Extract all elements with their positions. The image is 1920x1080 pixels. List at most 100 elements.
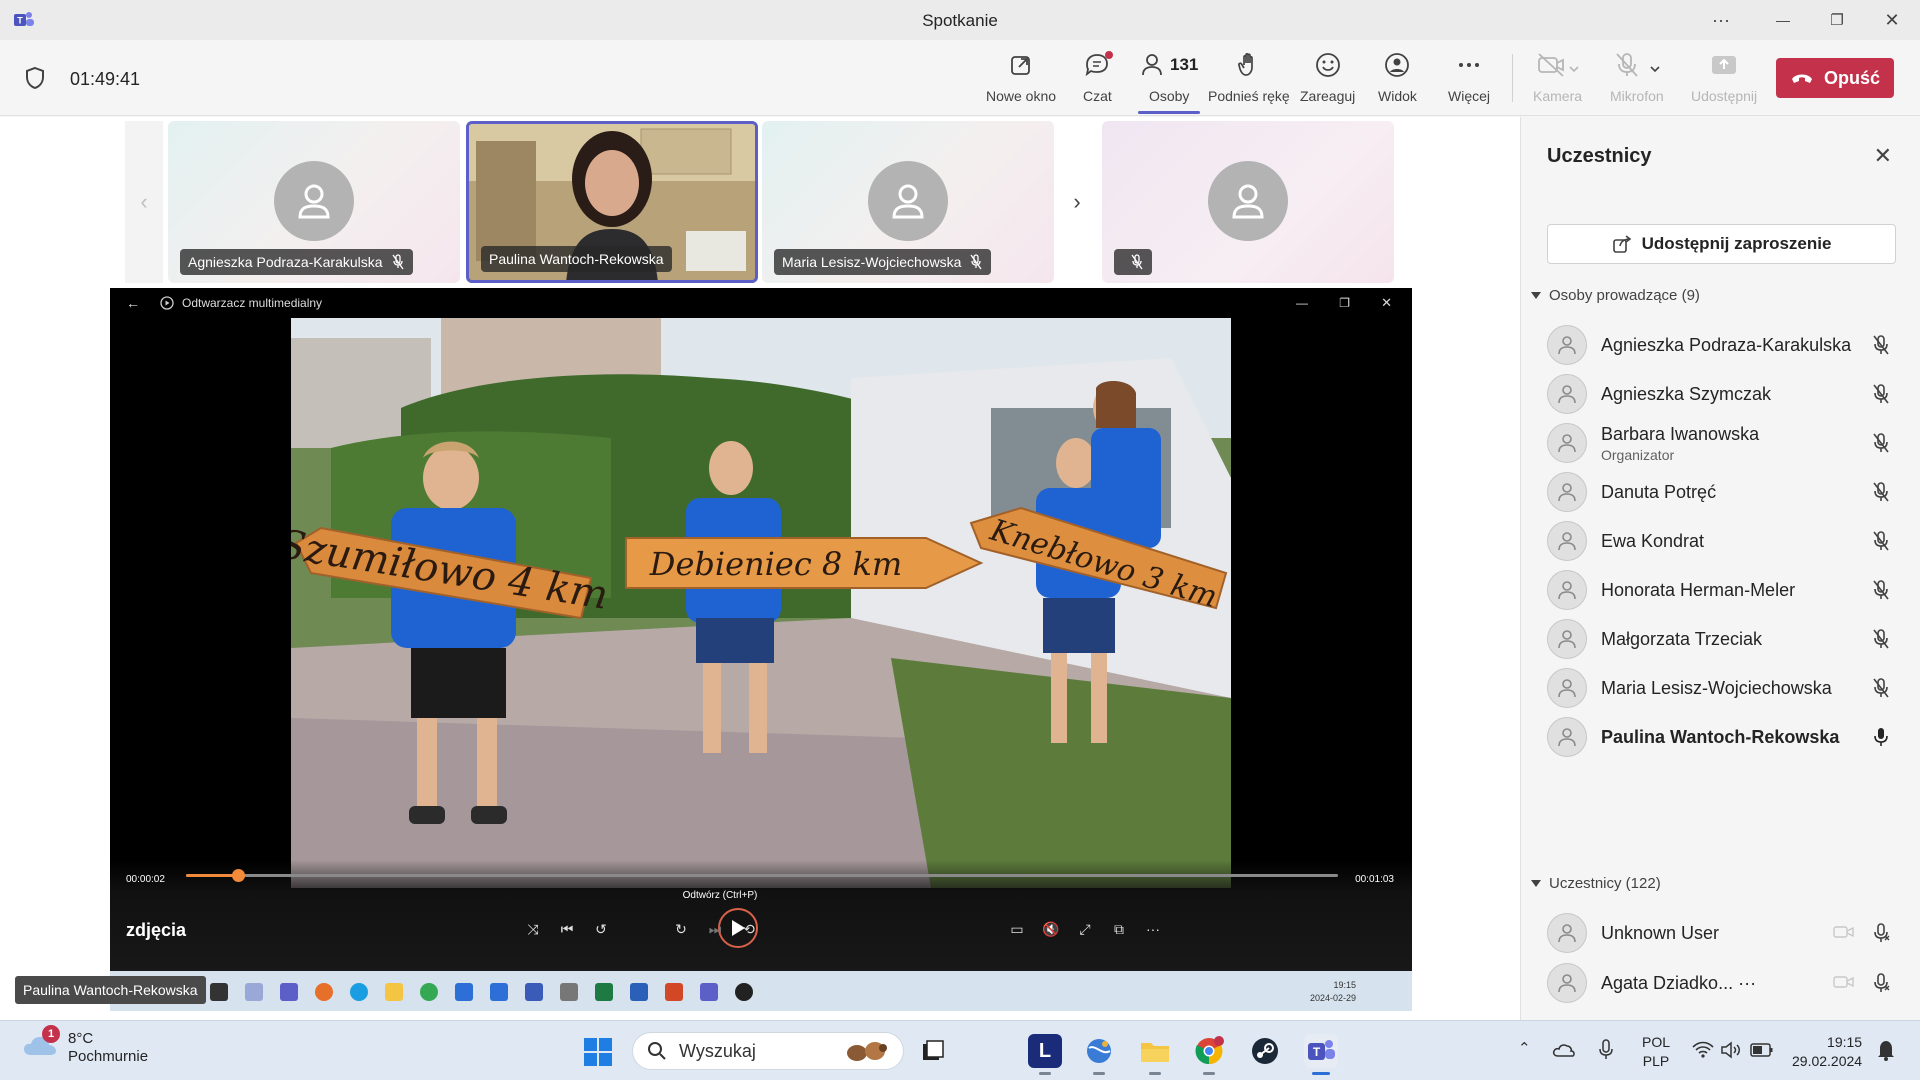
previous-icon[interactable]: ⏮ <box>554 916 580 942</box>
participant-row[interactable]: Danuta Potręć <box>1547 468 1907 516</box>
participant-mic[interactable] <box>1871 579 1891 606</box>
wifi-icon[interactable] <box>1692 1041 1714 1059</box>
participant-mic[interactable] <box>1871 628 1891 655</box>
people-button[interactable]: 131 Osoby <box>1138 50 1201 114</box>
participant-tile-active-speaker[interactable]: Paulina Wantoch-Rekowska <box>466 121 758 283</box>
participant-tile[interactable] <box>1102 121 1394 283</box>
title-bar: T Spotkanie ··· — ❐ ✕ <box>0 0 1920 40</box>
back-arrow-icon[interactable]: ← <box>126 295 140 311</box>
participant-row[interactable]: Paulina Wantoch-Rekowska <box>1547 713 1907 761</box>
participant-row[interactable]: Ewa Kondrat <box>1547 517 1907 565</box>
seek-bar-thumb[interactable] <box>231 869 245 882</box>
participant-row[interactable]: Agata Dziadko... ··· <box>1547 959 1907 1007</box>
share-button[interactable]: Udostępnij <box>1691 50 1757 110</box>
inner-clock: 19:15 2024-02-29 <box>1310 979 1356 1005</box>
shield-icon <box>26 66 44 90</box>
teams-taskbar-button[interactable]: T <box>1304 1034 1338 1075</box>
fullscreen-icon[interactable]: ⤢ <box>1072 916 1098 942</box>
player-minimize-icon[interactable]: — <box>1296 296 1308 310</box>
raise-hand-label: Podnieś rękę <box>1208 88 1290 104</box>
strip-prev-button[interactable]: ‹ <box>125 121 163 283</box>
onedrive-icon[interactable] <box>1552 1041 1576 1059</box>
mic-button[interactable]: Mikrofon <box>1610 50 1664 110</box>
leave-button[interactable]: Opuść <box>1776 58 1894 98</box>
more-options-icon[interactable]: ··· <box>1706 6 1736 34</box>
participant-row[interactable]: Małgorzata Trzeciak <box>1547 615 1907 663</box>
participant-name: Barbara Iwanowska <box>1601 423 1760 444</box>
rewind-10-icon[interactable]: ↺ <box>588 916 614 942</box>
language-indicator[interactable]: POL PLP <box>1642 1033 1670 1071</box>
phone-hangup-icon <box>1791 74 1812 83</box>
volume-icon[interactable] <box>1720 1041 1742 1059</box>
more-button[interactable]: Więcej <box>1448 50 1490 110</box>
chat-button[interactable]: Czat <box>1083 50 1114 110</box>
battery-icon[interactable] <box>1750 1042 1774 1058</box>
system-clock[interactable]: 19:15 29.02.2024 <box>1792 1033 1862 1071</box>
next-icon[interactable]: ⏭ <box>702 916 728 942</box>
steam-button[interactable] <box>1248 1034 1282 1068</box>
participant-mic[interactable] <box>1871 726 1891 753</box>
volume-muted-icon[interactable]: 🔇 <box>1038 916 1064 942</box>
microphone-tray-icon[interactable] <box>1598 1039 1614 1061</box>
player-app-title: Odtwarzacz multimedialny <box>182 296 323 310</box>
taskbar-search[interactable]: Wyszukaj <box>632 1032 904 1070</box>
camera-button[interactable]: Kamera <box>1533 50 1582 110</box>
participant-row[interactable]: Honorata Herman-Meler <box>1547 566 1907 614</box>
attendees-section-header[interactable]: Uczestnicy (122) <box>1531 875 1661 892</box>
media-player-icon <box>160 296 174 310</box>
participant-mic[interactable] <box>1871 530 1891 557</box>
participant-mic[interactable] <box>1871 383 1891 410</box>
people-icon <box>1142 54 1162 76</box>
participant-mic[interactable] <box>1871 334 1891 361</box>
video-frame-photo: Szumiłowo 4 km Debieniec 8 km Knebłowo 3… <box>291 318 1231 888</box>
player-restore-icon[interactable]: ❐ <box>1339 296 1350 310</box>
participant-mic[interactable] <box>1871 432 1891 459</box>
close-button[interactable]: ✕ <box>1877 6 1907 34</box>
new-window-button[interactable]: Nowe okno <box>986 50 1056 110</box>
player-close-icon[interactable]: ✕ <box>1381 295 1392 311</box>
forward-30-icon[interactable]: ↻ <box>668 916 694 942</box>
network-app-button[interactable] <box>1082 1034 1116 1075</box>
raise-hand-button[interactable]: Podnieś rękę <box>1208 50 1290 110</box>
participant-row[interactable]: Barbara Iwanowska Organizator <box>1547 419 1907 467</box>
show-hidden-icons[interactable]: ⌃ <box>1518 1039 1531 1057</box>
notification-bell-icon[interactable] <box>1877 1039 1895 1061</box>
share-label: Udostępnij <box>1691 88 1758 104</box>
participant-row[interactable]: Unknown User <box>1547 909 1907 957</box>
weather-widget[interactable]: 1 8°C Pochmurnie <box>22 1024 148 1066</box>
presenter-name-tag: Paulina Wantoch-Rekowska <box>15 976 206 1004</box>
participant-row[interactable]: Agnieszka Szymczak <box>1547 370 1907 418</box>
mic-disabled-icon[interactable] <box>1871 972 1891 999</box>
view-button[interactable]: Widok <box>1378 50 1417 110</box>
file-explorer-button[interactable] <box>1138 1034 1172 1075</box>
player-more-icon[interactable]: ··· <box>1140 916 1166 942</box>
nameplate: Agnieszka Podraza-Karakulska <box>180 249 413 275</box>
participant-tile[interactable]: Agnieszka Podraza-Karakulska <box>168 121 460 283</box>
chevron-left-icon: ‹ <box>140 189 148 214</box>
participant-mic[interactable] <box>1871 481 1891 508</box>
repeat-off-icon[interactable]: ⟲ <box>736 916 762 942</box>
participant-mic[interactable] <box>1871 677 1891 704</box>
strip-next-button[interactable]: › <box>1058 121 1096 283</box>
react-button[interactable]: Zareaguj <box>1300 50 1355 110</box>
task-view-button[interactable] <box>916 1034 950 1068</box>
windows-start-icon[interactable] <box>584 1038 612 1066</box>
mini-player-icon[interactable]: ⧉ <box>1106 916 1132 942</box>
globe-app-icon <box>1087 1039 1111 1063</box>
participant-row[interactable]: Agnieszka Podraza-Karakulska <box>1547 321 1907 369</box>
chrome-button[interactable] <box>1192 1034 1226 1075</box>
participant-row[interactable]: Maria Lesisz-Wojciechowska <box>1547 664 1907 712</box>
share-invite-button[interactable]: Udostępnij zaproszenie <box>1547 224 1896 264</box>
restore-button[interactable]: ❐ <box>1822 6 1852 34</box>
mic-disabled-icon[interactable] <box>1871 922 1891 949</box>
presenters-section-header[interactable]: Osoby prowadzące (9) <box>1531 287 1700 304</box>
shuffle-icon[interactable]: ⤨ <box>520 916 546 942</box>
seek-bar[interactable] <box>186 869 1338 882</box>
participant-tile[interactable]: Maria Lesisz-Wojciechowska <box>762 121 1054 283</box>
panel-close-icon[interactable]: ✕ <box>1874 143 1892 169</box>
l-app-button[interactable]: L <box>1028 1034 1062 1075</box>
mic-muted-icon <box>970 254 982 270</box>
minimize-button[interactable]: — <box>1768 6 1798 34</box>
subtitles-icon[interactable]: ▭ <box>1004 916 1030 942</box>
mic-muted-icon <box>1873 384 1889 404</box>
